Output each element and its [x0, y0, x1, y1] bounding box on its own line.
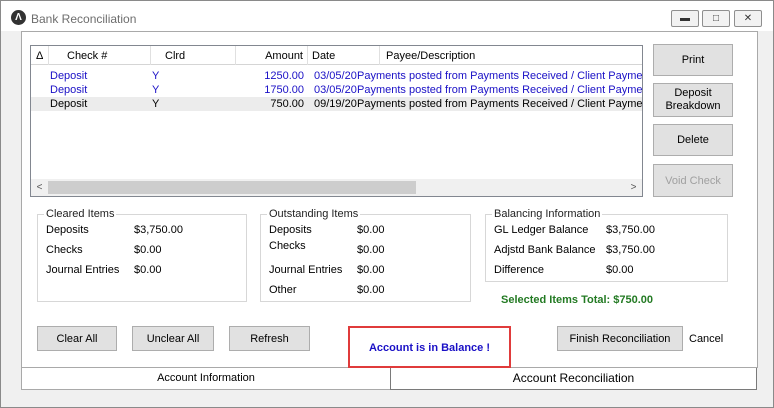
cancel-button[interactable]: Cancel — [689, 333, 723, 345]
print-button[interactable]: Print — [653, 44, 733, 76]
table-row[interactable]: Deposit Y 1750.00 03/05/2019 Payments po… — [31, 83, 642, 97]
maximize-icon: □ — [712, 13, 720, 24]
outstanding-journal-value: $0.00 — [357, 264, 385, 276]
clear-all-label: Clear All — [56, 333, 98, 345]
grid-header: Δ Check # Clrd Amount Date Payee/Descrip… — [31, 46, 642, 65]
finish-reconciliation-button[interactable]: Finish Reconciliation — [557, 326, 683, 351]
bank-balance-label: Adjstd Bank Balance — [494, 244, 596, 256]
check-cell: Deposit — [50, 84, 88, 96]
tab-account-reconciliation[interactable]: Account Reconciliation — [390, 368, 757, 390]
cleared-deposits-label: Deposits — [46, 224, 89, 236]
finish-reconciliation-label: Finish Reconciliation — [569, 333, 671, 345]
clrd-cell: Y — [152, 84, 160, 96]
scroll-left-icon[interactable]: < — [31, 179, 48, 196]
cleared-items-title: Cleared Items — [44, 208, 117, 220]
balance-status-box: Account is in Balance ! — [348, 326, 511, 368]
column-header-clrd[interactable]: Clrd — [151, 46, 236, 65]
difference-value: $0.00 — [606, 264, 634, 276]
check-cell: Deposit — [50, 98, 88, 110]
bank-reconciliation-window: Λ Bank Reconciliation ▬ □ ✕ Δ Check # Cl… — [0, 0, 774, 408]
minimize-icon: ▬ — [680, 13, 690, 24]
tab-account-information[interactable]: Account Information — [21, 368, 391, 390]
payee-cell: Payments posted from Payments Received /… — [357, 84, 642, 96]
balancing-info-group: Balancing Information GL Ledger Balance … — [485, 208, 728, 282]
outstanding-other-label: Other — [269, 284, 297, 296]
maximize-button[interactable]: □ — [702, 10, 730, 27]
app-logo-icon: Λ — [11, 10, 26, 25]
table-row[interactable]: Deposit Y 1250.00 03/05/2019 Payments po… — [31, 69, 642, 83]
window-title: Bank Reconciliation — [31, 12, 137, 26]
column-header-payee[interactable]: Payee/Description — [380, 46, 642, 65]
refresh-button[interactable]: Refresh — [229, 326, 310, 351]
outstanding-other-value: $0.00 — [357, 284, 385, 296]
outstanding-journal-label: Journal Entries — [269, 264, 343, 276]
date-cell: 03/05/2019 — [314, 70, 357, 82]
gl-balance-value: $3,750.00 — [606, 224, 655, 236]
horizontal-scrollbar[interactable]: < > — [31, 179, 642, 196]
column-header-date[interactable]: Date — [308, 46, 380, 65]
cleared-checks-value: $0.00 — [134, 244, 162, 256]
outstanding-checks-label: Checks — [269, 240, 306, 252]
column-header-amount[interactable]: Amount — [236, 46, 308, 65]
gl-balance-label: GL Ledger Balance — [494, 224, 589, 236]
clear-all-button[interactable]: Clear All — [37, 326, 117, 351]
date-cell: 09/19/2019 — [314, 98, 357, 110]
close-button[interactable]: ✕ — [734, 10, 762, 27]
outstanding-deposits-value: $0.00 — [357, 224, 385, 236]
difference-label: Difference — [494, 264, 544, 276]
column-header-check[interactable]: Check # — [49, 46, 151, 65]
outstanding-items-title: Outstanding Items — [267, 208, 361, 220]
scrollbar-thumb[interactable] — [48, 181, 416, 194]
table-row-selected[interactable]: Deposit Y 750.00 09/19/2019 Payments pos… — [31, 97, 642, 111]
deposit-breakdown-button[interactable]: Deposit Breakdown — [653, 83, 733, 117]
title-bar[interactable]: Λ Bank Reconciliation ▬ □ ✕ — [1, 1, 773, 31]
void-check-label: Void Check — [665, 175, 721, 187]
deposit-label-line2: Breakdown — [665, 100, 721, 112]
selected-items-total: Selected Items Total: $750.00 — [501, 294, 654, 306]
payee-cell: Payments posted from Payments Received /… — [357, 70, 642, 82]
sort-indicator-icon[interactable]: Δ — [31, 46, 49, 65]
void-check-button[interactable]: Void Check — [653, 164, 733, 197]
outstanding-checks-value: $0.00 — [357, 244, 385, 256]
print-label: Print — [681, 54, 705, 66]
scroll-right-icon[interactable]: > — [625, 179, 642, 196]
unclear-all-label: Unclear All — [146, 333, 200, 345]
outstanding-items-group: Outstanding Items Deposits $0.00 Checks … — [260, 208, 471, 302]
delete-label: Delete — [677, 134, 709, 146]
deposit-label-line1: Deposit — [674, 87, 712, 99]
payee-cell: Payments posted from Payments Received /… — [357, 98, 642, 110]
clrd-cell: Y — [152, 98, 160, 110]
cleared-checks-label: Checks — [46, 244, 83, 256]
clrd-cell: Y — [152, 70, 160, 82]
transactions-grid[interactable]: Δ Check # Clrd Amount Date Payee/Descrip… — [30, 45, 643, 197]
delete-button[interactable]: Delete — [653, 124, 733, 156]
date-cell: 03/05/2019 — [314, 84, 357, 96]
outstanding-deposits-label: Deposits — [269, 224, 312, 236]
minimize-button[interactable]: ▬ — [671, 10, 699, 27]
cleared-deposits-value: $3,750.00 — [134, 224, 183, 236]
cleared-journal-label: Journal Entries — [46, 264, 120, 276]
balancing-info-title: Balancing Information — [492, 208, 603, 220]
bank-balance-value: $3,750.00 — [606, 244, 655, 256]
balance-status-message: Account is in Balance ! — [368, 342, 491, 354]
refresh-label: Refresh — [250, 333, 289, 345]
check-cell: Deposit — [50, 70, 88, 82]
cleared-journal-value: $0.00 — [134, 264, 162, 276]
close-icon: ✕ — [743, 13, 753, 24]
cleared-items-group: Cleared Items Deposits $3,750.00 Checks … — [37, 208, 247, 302]
unclear-all-button[interactable]: Unclear All — [132, 326, 214, 351]
